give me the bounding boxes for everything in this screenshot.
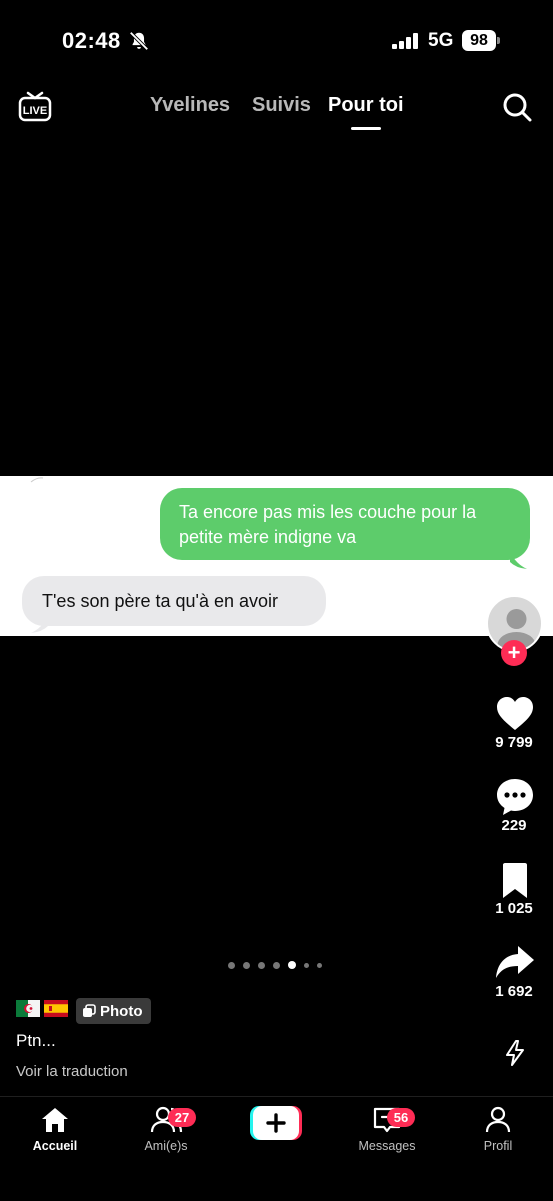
photo-stack-icon	[83, 1004, 96, 1017]
comment-count: 229	[501, 817, 527, 834]
share-count: 1 692	[495, 983, 533, 1000]
nav-friends[interactable]: Ami(e)s 27	[121, 1105, 211, 1153]
share-icon[interactable]	[494, 942, 536, 984]
battery-tip	[497, 37, 500, 44]
search-icon[interactable]	[500, 90, 534, 124]
carousel-dot-active	[288, 961, 296, 969]
photo-mode-chip[interactable]: Photo	[76, 998, 151, 1024]
tab-suivis[interactable]: Suivis	[252, 94, 311, 117]
tab-pour-toi[interactable]: Pour toi	[328, 94, 404, 117]
friends-badge: 27	[168, 1108, 196, 1127]
carousel-dot	[273, 961, 280, 969]
carousel-dot	[228, 961, 235, 969]
carousel-dot	[304, 962, 309, 968]
signal-icon	[392, 33, 418, 49]
live-icon[interactable]: LIVE	[18, 90, 52, 124]
photo-chip-label: Photo	[100, 1002, 143, 1020]
messages-badge: 56	[387, 1108, 415, 1127]
heart-icon[interactable]	[494, 693, 536, 735]
svg-text:LIVE: LIVE	[23, 105, 47, 117]
nav-friends-label: Ami(e)s	[144, 1139, 188, 1153]
carousel-dot	[317, 962, 322, 968]
nav-home-label: Accueil	[32, 1139, 78, 1153]
algeria-flag-icon	[16, 1000, 40, 1017]
nav-home[interactable]: Accueil	[10, 1105, 100, 1153]
save-count: 1 025	[495, 900, 533, 917]
flag-emojis	[16, 1000, 68, 1017]
battery-level: 98	[462, 30, 496, 51]
profile-icon	[485, 1106, 511, 1133]
nav-profile-label: Profil	[483, 1139, 513, 1153]
active-tab-indicator	[351, 127, 381, 130]
network-type: 5G	[428, 30, 454, 51]
carousel-indicator	[228, 961, 322, 969]
follow-button[interactable]: +	[501, 640, 527, 666]
nav-messages-label: Messages	[358, 1139, 416, 1153]
like-count: 9 799	[495, 734, 533, 751]
see-translation-link[interactable]: Voir la traduction	[16, 1063, 128, 1080]
carousel-dot	[243, 961, 250, 969]
nav-profile[interactable]: Profil	[453, 1105, 543, 1153]
post-caption[interactable]: Ptn...	[16, 1031, 56, 1051]
image-corner-mark	[30, 477, 44, 483]
comment-icon[interactable]	[494, 776, 536, 818]
bell-muted-icon	[129, 31, 149, 51]
sent-message-bubble: Ta encore pas mis les couche pour la pet…	[160, 488, 530, 560]
received-message-bubble: T'es son père ta qu'à en avoir	[22, 576, 326, 626]
status-time: 02:48	[62, 28, 121, 53]
nav-messages[interactable]: Messages 56	[342, 1105, 432, 1153]
carousel-dot	[258, 961, 265, 969]
tab-yvelines[interactable]: Yvelines	[150, 94, 230, 117]
battery-indicator: 98	[462, 30, 500, 51]
create-button[interactable]	[250, 1106, 302, 1140]
bookmark-icon[interactable]	[494, 860, 536, 902]
home-icon	[42, 1108, 68, 1132]
spain-flag-icon	[44, 1000, 68, 1017]
effect-icon[interactable]	[503, 1040, 527, 1066]
